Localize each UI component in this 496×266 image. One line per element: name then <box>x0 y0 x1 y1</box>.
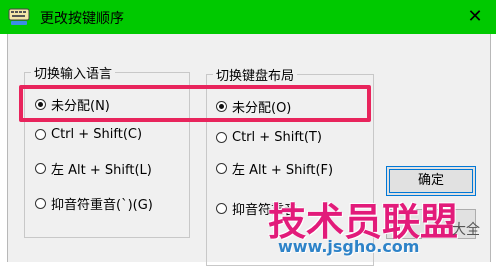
input-language-legend: 切换输入语言 <box>31 63 116 82</box>
radio-layout-alt-shift[interactable]: 左 Alt + Shift(F) <box>216 159 333 178</box>
radio-label: 左 Alt + Shift(F) <box>232 163 334 178</box>
radio-dot[interactable] <box>216 163 227 174</box>
keyboard-layout-legend: 切换键盘布局 <box>213 65 298 84</box>
radio-label: 抑音符重音 <box>232 203 298 218</box>
ok-button[interactable]: 确定 <box>386 166 476 196</box>
radio-dot[interactable] <box>35 129 46 140</box>
title-bar[interactable]: 更改按键顺序 ✕ <box>0 0 496 34</box>
radio-label: 抑音符重音(`)(G) <box>51 198 153 213</box>
radio-label: 左 Alt + Shift(L) <box>51 163 152 178</box>
radio-dot[interactable] <box>35 163 46 174</box>
radio-dot[interactable] <box>35 198 46 209</box>
annotation-highlight-box <box>19 85 371 122</box>
radio-layout-grave-accent[interactable]: 抑音符重音 <box>216 199 297 218</box>
window-title: 更改按键顺序 <box>40 11 124 27</box>
radio-layout-ctrl-shift[interactable]: Ctrl + Shift(T) <box>216 130 322 145</box>
cancel-button[interactable] <box>386 209 476 239</box>
radio-input-alt-shift[interactable]: 左 Alt + Shift(L) <box>35 159 152 178</box>
radio-dot[interactable] <box>216 132 227 143</box>
keyboard-icon <box>8 8 30 25</box>
radio-input-grave-accent[interactable]: 抑音符重音(`)(G) <box>35 194 153 213</box>
radio-label: Ctrl + Shift(T) <box>232 130 322 145</box>
radio-dot[interactable] <box>216 203 227 214</box>
close-button[interactable]: ✕ <box>462 4 488 30</box>
radio-label: Ctrl + Shift(C) <box>51 127 143 142</box>
focus-ring <box>389 169 473 193</box>
radio-input-ctrl-shift[interactable]: Ctrl + Shift(C) <box>35 127 142 142</box>
